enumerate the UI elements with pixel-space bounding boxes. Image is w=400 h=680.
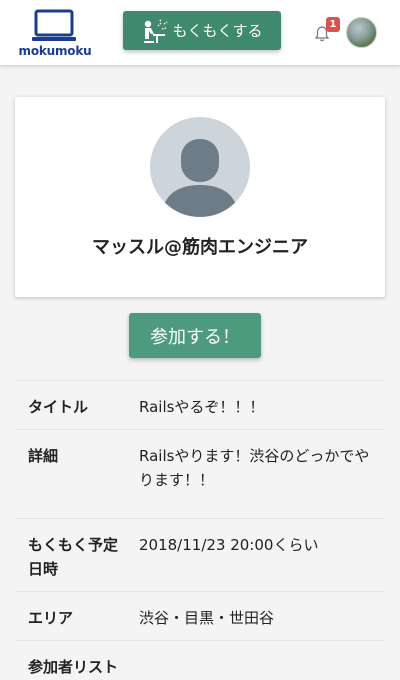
detail-value: Railsやります！渋谷のどっかでやります！！ [139,447,370,489]
detail-value: Railsやるぞ！！！ [139,398,265,416]
join-button[interactable]: 参加する！ [129,313,261,358]
worker-icon [144,18,168,43]
notification-badge[interactable]: 1 [326,17,340,32]
detail-row-participants: 参加者リスト [15,640,385,680]
top-navbar: mokumoku もくもくする 1 [0,0,400,66]
profile-name: マッスル@筋肉エンジニア [92,237,308,258]
user-avatar[interactable] [346,17,377,48]
mokumoku-button[interactable]: もくもくする [123,11,281,50]
detail-row-title: タイトル Railsやるぞ！！！ [15,380,385,429]
detail-label: 参加者リスト [28,658,119,676]
default-user-icon [162,139,238,217]
event-details: タイトル Railsやるぞ！！！ 詳細 Railsやります！渋谷のどっかでやりま… [15,380,385,680]
logo[interactable]: mokumoku [16,9,94,59]
detail-label: もくもく予定日時 [28,536,119,578]
detail-row-description: 詳細 Railsやります！渋谷のどっかでやります！！ [15,429,385,518]
mokumoku-button-label: もくもくする [172,23,263,40]
detail-value: 2018/11/23 20:00くらい [139,536,319,554]
detail-row-area: エリア 渋谷・目黒・世田谷 [15,591,385,640]
profile-avatar [150,117,250,217]
detail-row-datetime: もくもく予定日時 2018/11/23 20:00くらい [15,518,385,591]
detail-value: 渋谷・目黒・世田谷 [139,609,275,627]
logo-text: mokumoku [18,44,92,58]
profile-card: マッスル@筋肉エンジニア [15,97,385,297]
detail-label: タイトル [28,398,89,416]
detail-value [125,655,375,680]
detail-label: 詳細 [28,447,59,465]
laptop-icon [32,9,76,41]
detail-label: エリア [28,609,74,627]
